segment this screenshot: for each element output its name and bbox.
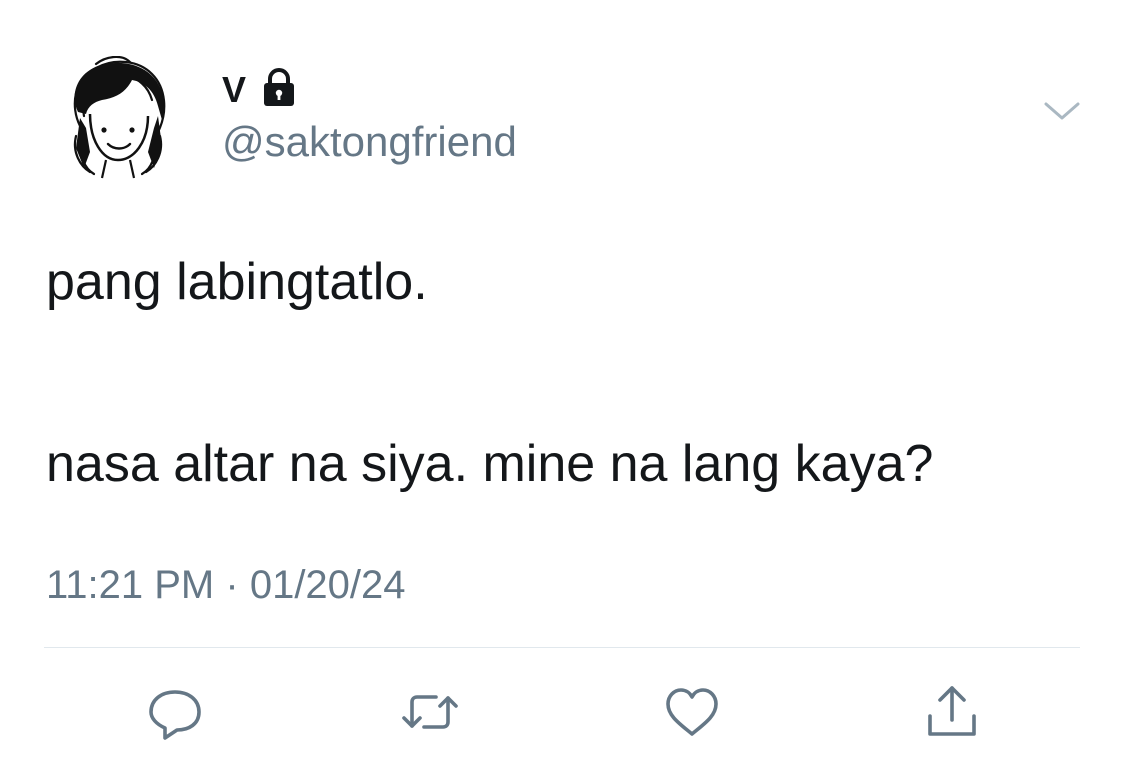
tweet-text: pang labingtatlo. nasa altar na siya. mi… — [46, 252, 1086, 494]
divider — [44, 647, 1080, 648]
reply-button[interactable] — [143, 680, 207, 744]
like-icon — [666, 688, 718, 736]
like-button[interactable] — [660, 680, 724, 744]
tweet-text-line: nasa altar na siya. mine na lang kaya? — [46, 435, 934, 493]
retweet-icon — [402, 695, 458, 729]
tweet-time: 11:21 PM — [46, 563, 215, 607]
display-name[interactable]: V — [222, 70, 246, 110]
share-icon — [928, 686, 976, 736]
share-button[interactable] — [920, 680, 984, 744]
chevron-down-icon[interactable] — [1040, 96, 1084, 126]
username-handle[interactable]: @saktongfriend — [222, 118, 517, 166]
retweet-button[interactable] — [398, 680, 462, 744]
tweet-timestamp[interactable]: 11:21 PM · 01/20/24 — [46, 562, 406, 608]
lock-icon — [258, 66, 300, 108]
avatar[interactable] — [66, 55, 170, 180]
meta-separator: · — [225, 563, 239, 607]
tweet-text-line: pang labingtatlo. — [46, 253, 428, 311]
tweet-date: 01/20/24 — [249, 563, 406, 607]
sketched-girl-avatar-icon — [73, 55, 166, 179]
reply-icon — [149, 690, 201, 740]
